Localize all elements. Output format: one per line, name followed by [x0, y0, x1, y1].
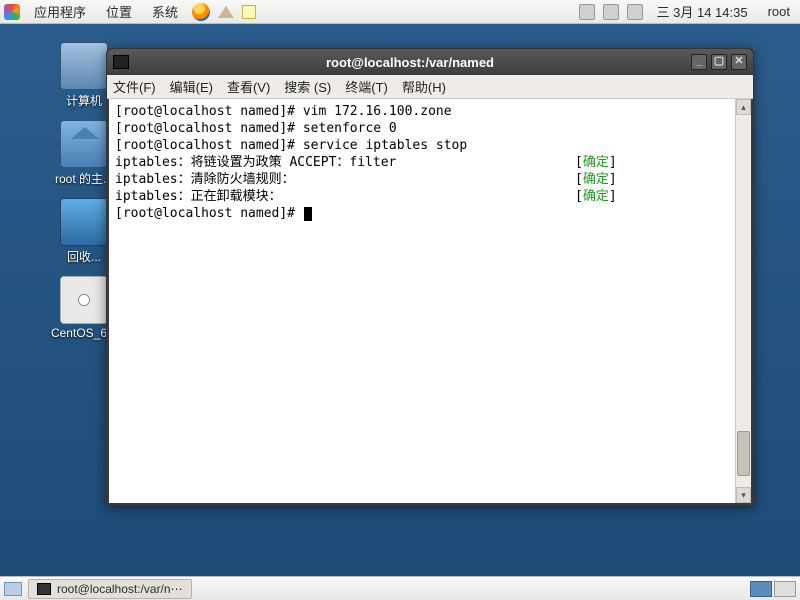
cd-icon — [60, 276, 108, 324]
maximize-button[interactable]: ▢ — [711, 54, 727, 70]
terminal-body[interactable]: [root@localhost named]# vim 172.16.100.z… — [109, 99, 751, 503]
terminal-content: [root@localhost named]# vim 172.16.100.z… — [109, 99, 751, 226]
mail-icon[interactable] — [218, 0, 234, 18]
trash-icon — [60, 198, 108, 246]
volume-icon[interactable] — [603, 4, 619, 20]
top-panel: 应用程序 位置 系统 三 3月 14 14:35 root — [0, 0, 800, 24]
menu-help[interactable]: 帮助(H) — [402, 77, 446, 96]
workspace-1[interactable] — [750, 581, 772, 597]
system-menu-icon[interactable] — [4, 4, 20, 20]
user-menu[interactable]: root — [762, 2, 796, 21]
taskbar-item-label: root@localhost:/var/n⋯ — [57, 582, 183, 596]
titlebar[interactable]: root@localhost:/var/named _ ▢ ✕ — [107, 49, 753, 75]
workspace-switcher — [750, 581, 796, 597]
scroll-track[interactable] — [736, 115, 751, 487]
firefox-icon[interactable] — [192, 3, 210, 21]
notes-icon[interactable] — [242, 5, 256, 19]
clock[interactable]: 三 3月 14 14:35 — [651, 0, 754, 23]
menu-edit[interactable]: 编辑(E) — [170, 77, 213, 96]
network-icon[interactable] — [579, 4, 595, 20]
menu-file[interactable]: 文件(F) — [113, 77, 156, 96]
menubar: 文件(F) 编辑(E) 查看(V) 搜索 (S) 终端(T) 帮助(H) — [107, 75, 753, 99]
home-icon — [60, 120, 108, 168]
terminal-icon — [37, 583, 51, 595]
menu-view[interactable]: 查看(V) — [227, 77, 270, 96]
applications-menu[interactable]: 应用程序 — [28, 0, 92, 23]
scroll-up-button[interactable]: ▴ — [736, 99, 751, 115]
places-menu[interactable]: 位置 — [100, 0, 138, 23]
menu-terminal[interactable]: 终端(T) — [345, 77, 388, 96]
computer-icon — [60, 42, 108, 90]
display-icon[interactable] — [627, 4, 643, 20]
scroll-down-button[interactable]: ▾ — [736, 487, 751, 503]
close-button[interactable]: ✕ — [731, 54, 747, 70]
bottom-panel: root@localhost:/var/n⋯ — [0, 576, 800, 600]
menu-search[interactable]: 搜索 (S) — [284, 77, 331, 96]
window-title: root@localhost:/var/named — [129, 55, 691, 70]
workspace-2[interactable] — [774, 581, 796, 597]
system-menu[interactable]: 系统 — [146, 0, 184, 23]
terminal-window: root@localhost:/var/named _ ▢ ✕ 文件(F) 编辑… — [106, 48, 754, 506]
terminal-icon — [113, 55, 129, 69]
show-desktop-button[interactable] — [4, 582, 22, 596]
scroll-thumb[interactable] — [737, 431, 750, 476]
cursor — [304, 207, 312, 221]
scrollbar[interactable]: ▴ ▾ — [735, 99, 751, 503]
taskbar-item-terminal[interactable]: root@localhost:/var/n⋯ — [28, 579, 192, 599]
minimize-button[interactable]: _ — [691, 54, 707, 70]
